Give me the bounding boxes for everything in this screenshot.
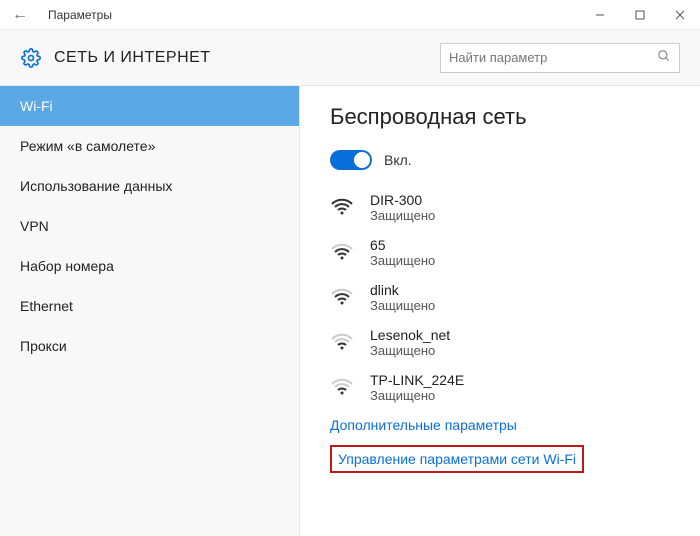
wifi-toggle-label: Вкл. bbox=[384, 152, 412, 168]
sidebar-item-vpn[interactable]: VPN bbox=[0, 206, 299, 246]
wifi-signal-icon bbox=[330, 286, 354, 310]
network-text: DIR-300 Защищено bbox=[370, 192, 435, 223]
network-item[interactable]: Lesenok_net Защищено bbox=[330, 327, 670, 358]
link-advanced-options[interactable]: Дополнительные параметры bbox=[330, 417, 670, 433]
sidebar-item-proxy[interactable]: Прокси bbox=[0, 326, 299, 366]
titlebar: ← Параметры bbox=[0, 0, 700, 30]
search-box[interactable] bbox=[440, 43, 680, 73]
network-status: Защищено bbox=[370, 253, 435, 268]
sidebar-item-ethernet[interactable]: Ethernet bbox=[0, 286, 299, 326]
sidebar-item-airplane[interactable]: Режим «в самолете» bbox=[0, 126, 299, 166]
network-item[interactable]: dlink Защищено bbox=[330, 282, 670, 313]
minimize-icon bbox=[595, 10, 605, 20]
network-status: Защищено bbox=[370, 343, 450, 358]
wifi-signal-icon bbox=[330, 196, 354, 220]
wifi-toggle-row: Вкл. bbox=[330, 150, 670, 170]
window-controls bbox=[580, 0, 700, 30]
highlighted-link-box: Управление параметрами сети Wi-Fi bbox=[330, 445, 584, 473]
back-arrow-icon: ← bbox=[12, 6, 28, 24]
close-icon bbox=[675, 10, 685, 20]
sidebar-item-wifi[interactable]: Wi-Fi bbox=[0, 86, 299, 126]
body: Wi-Fi Режим «в самолете» Использование д… bbox=[0, 86, 700, 536]
page-heading: Беспроводная сеть bbox=[330, 104, 670, 130]
network-item[interactable]: TP-LINK_224E Защищено bbox=[330, 372, 670, 403]
network-status: Защищено bbox=[370, 208, 435, 223]
network-text: 65 Защищено bbox=[370, 237, 435, 268]
network-name: TP-LINK_224E bbox=[370, 372, 464, 388]
network-item[interactable]: 65 Защищено bbox=[330, 237, 670, 268]
section-title: СЕТЬ И ИНТЕРНЕТ bbox=[54, 49, 440, 67]
minimize-button[interactable] bbox=[580, 0, 620, 30]
link-manage-wifi[interactable]: Управление параметрами сети Wi-Fi bbox=[338, 451, 576, 467]
sidebar-item-data-usage[interactable]: Использование данных bbox=[0, 166, 299, 206]
search-input[interactable] bbox=[449, 50, 657, 65]
network-name: dlink bbox=[370, 282, 435, 298]
header: СЕТЬ И ИНТЕРНЕТ bbox=[0, 30, 700, 86]
maximize-button[interactable] bbox=[620, 0, 660, 30]
network-list: DIR-300 Защищено 65 Защищено dlink bbox=[330, 192, 670, 403]
window-title: Параметры bbox=[40, 8, 580, 22]
network-name: 65 bbox=[370, 237, 435, 253]
close-button[interactable] bbox=[660, 0, 700, 30]
network-status: Защищено bbox=[370, 388, 464, 403]
wifi-signal-icon bbox=[330, 331, 354, 355]
back-button[interactable]: ← bbox=[0, 0, 40, 30]
maximize-icon bbox=[635, 10, 645, 20]
network-name: DIR-300 bbox=[370, 192, 435, 208]
network-text: TP-LINK_224E Защищено bbox=[370, 372, 464, 403]
sidebar: Wi-Fi Режим «в самолете» Использование д… bbox=[0, 86, 300, 536]
wifi-signal-icon bbox=[330, 241, 354, 265]
wifi-toggle[interactable] bbox=[330, 150, 372, 170]
network-text: dlink Защищено bbox=[370, 282, 435, 313]
network-text: Lesenok_net Защищено bbox=[370, 327, 450, 358]
network-name: Lesenok_net bbox=[370, 327, 450, 343]
wifi-signal-icon bbox=[330, 376, 354, 400]
sidebar-item-dialup[interactable]: Набор номера bbox=[0, 246, 299, 286]
search-icon bbox=[657, 49, 671, 66]
main-panel: Беспроводная сеть Вкл. DIR-300 Защищено bbox=[300, 86, 700, 536]
toggle-knob bbox=[354, 152, 370, 168]
settings-gear-icon bbox=[20, 47, 42, 69]
network-item[interactable]: DIR-300 Защищено bbox=[330, 192, 670, 223]
network-status: Защищено bbox=[370, 298, 435, 313]
